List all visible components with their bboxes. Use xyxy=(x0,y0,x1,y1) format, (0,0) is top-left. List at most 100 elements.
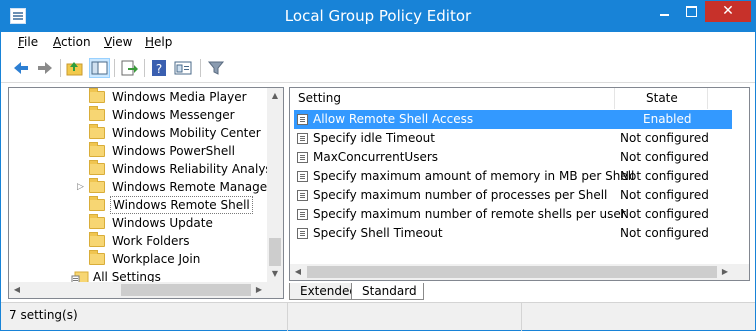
toolbar: ? xyxy=(1,53,755,83)
tree-item[interactable]: Windows Media Player xyxy=(9,88,267,106)
policy-state: Not configured xyxy=(620,226,709,240)
scroll-corner xyxy=(267,282,283,298)
policy-state: Not configured xyxy=(620,188,709,202)
tree-item-label: Windows Reliability Analysis xyxy=(112,162,282,176)
list-row[interactable]: Specify maximum number of processes per … xyxy=(294,186,732,205)
policy-setting-icon xyxy=(297,190,308,201)
status-text: 7 setting(s) xyxy=(9,308,78,322)
title-bar[interactable]: Local Group Policy Editor ✕ xyxy=(1,1,755,32)
properties-icon xyxy=(174,61,192,75)
filter-button[interactable] xyxy=(206,58,227,78)
tree-item-selected[interactable]: Windows Remote Shell xyxy=(9,196,267,214)
folder-icon xyxy=(89,178,105,193)
up-one-level-button[interactable] xyxy=(65,58,86,78)
tab-standard[interactable]: Standard xyxy=(351,283,424,300)
view-tabs: Extended Standard xyxy=(289,283,750,301)
policy-setting-icon xyxy=(297,228,308,239)
back-button[interactable] xyxy=(11,58,32,78)
menu-view-accel: V xyxy=(104,35,112,49)
close-icon: ✕ xyxy=(722,3,734,19)
scroll-down-arrow-icon[interactable]: ▼ xyxy=(267,266,283,282)
tree-item[interactable]: ▷ Windows Remote Manageme xyxy=(9,178,283,196)
toolbar-separator xyxy=(114,59,115,77)
close-button[interactable]: ✕ xyxy=(705,1,751,22)
folder-icon xyxy=(89,250,105,265)
forward-button[interactable] xyxy=(35,58,56,78)
scroll-right-arrow-icon[interactable]: ▶ xyxy=(251,282,267,298)
tree-item-label: Windows Update xyxy=(112,216,213,230)
menu-action[interactable]: Action xyxy=(53,35,91,49)
column-header-state[interactable]: State xyxy=(615,88,708,109)
list-horizontal-scrollbar[interactable]: ◀ ▶ xyxy=(290,264,733,280)
menu-file[interactable]: File xyxy=(18,35,38,49)
tree-item-label: Windows Remote Shell xyxy=(110,196,253,214)
app-window: Local Group Policy Editor ✕ File Action … xyxy=(0,0,756,331)
policy-setting-icon xyxy=(297,152,308,163)
tree-item[interactable]: Windows Messenger xyxy=(9,106,267,124)
menu-help-label: elp xyxy=(154,35,173,49)
export-list-button[interactable] xyxy=(119,58,140,78)
list-row[interactable]: Specify maximum amount of memory in MB p… xyxy=(294,167,732,186)
policy-setting-icon xyxy=(297,171,308,182)
policy-setting-name: Specify idle Timeout xyxy=(313,131,435,145)
menu-bar: File Action View Help xyxy=(1,32,755,53)
settings-list-pane[interactable]: Setting State Allow Remote Shell Access … xyxy=(289,87,750,281)
expand-chevron-icon[interactable]: ▷ xyxy=(77,178,85,196)
tree-item[interactable]: Windows PowerShell xyxy=(9,142,267,160)
tree-item-label: Windows Media Player xyxy=(112,90,247,104)
list-row-selected[interactable]: Allow Remote Shell Access Enabled xyxy=(294,110,732,129)
policy-setting-icon xyxy=(297,133,308,144)
menu-help[interactable]: Help xyxy=(145,35,172,49)
forward-arrow-icon xyxy=(38,62,52,74)
folder-icon xyxy=(89,160,105,175)
status-divider xyxy=(287,303,288,331)
tree-item[interactable]: Work Folders xyxy=(9,232,267,250)
policy-setting-name: Specify Shell Timeout xyxy=(313,226,443,240)
tree-item[interactable]: Windows Mobility Center xyxy=(9,124,267,142)
menu-view[interactable]: View xyxy=(104,35,132,49)
policy-setting-name: Specify maximum number of processes per … xyxy=(313,188,608,202)
show-hide-tree-button[interactable] xyxy=(89,58,110,78)
menu-action-label: ction xyxy=(61,35,91,49)
scroll-left-arrow-icon[interactable]: ◀ xyxy=(290,264,306,280)
tree-item[interactable]: Workplace Join xyxy=(9,250,267,268)
scroll-up-arrow-icon[interactable]: ▲ xyxy=(267,88,283,104)
column-header-setting[interactable]: Setting xyxy=(290,88,615,109)
folder-icon xyxy=(89,196,105,211)
list-row[interactable]: Specify idle Timeout Not configured xyxy=(294,129,732,148)
policy-setting-name: Allow Remote Shell Access xyxy=(313,112,474,126)
list-row[interactable]: MaxConcurrentUsers Not configured xyxy=(294,148,732,167)
folder-icon xyxy=(89,124,105,139)
tree-pane[interactable]: Windows Media Player Windows Messenger W… xyxy=(8,87,284,299)
scroll-thumb[interactable] xyxy=(307,266,717,278)
scroll-thumb[interactable] xyxy=(269,238,281,266)
list-row[interactable]: Specify maximum number of remote shells … xyxy=(294,205,732,224)
tree-item-label: Workplace Join xyxy=(112,252,201,266)
tree-item-label: Windows Messenger xyxy=(112,108,235,122)
policy-setting-name: MaxConcurrentUsers xyxy=(313,150,439,164)
folder-icon xyxy=(89,232,105,247)
list-row[interactable]: Specify Shell Timeout Not configured xyxy=(294,224,732,243)
tree-item-label: Windows Remote Manageme xyxy=(112,180,284,194)
scroll-right-arrow-icon[interactable]: ▶ xyxy=(717,264,733,280)
properties-button[interactable] xyxy=(173,58,194,78)
folder-icon xyxy=(89,88,105,103)
tree-item-label: Windows PowerShell xyxy=(112,144,235,158)
help-button[interactable]: ? xyxy=(149,58,170,78)
tree-vertical-scrollbar[interactable]: ▲ ▼ xyxy=(267,88,283,282)
scroll-corner xyxy=(733,264,749,280)
minimize-button[interactable] xyxy=(651,1,678,22)
menu-view-label: iew xyxy=(111,35,133,49)
show-hide-tree-icon xyxy=(91,61,108,75)
scroll-left-arrow-icon[interactable]: ◀ xyxy=(9,282,25,298)
maximize-button[interactable] xyxy=(678,1,705,22)
tree-horizontal-scrollbar[interactable]: ◀ ▶ xyxy=(9,282,267,298)
scroll-thumb[interactable] xyxy=(121,284,251,296)
tree-item[interactable]: Windows Update xyxy=(9,214,267,232)
tree-item-label: Work Folders xyxy=(112,234,190,248)
tree-item[interactable]: Windows Reliability Analysis xyxy=(9,160,281,178)
status-divider xyxy=(521,303,522,331)
folder-icon xyxy=(89,106,105,121)
policy-setting-name: Specify maximum amount of memory in MB p… xyxy=(313,169,635,183)
back-arrow-icon xyxy=(14,62,28,74)
